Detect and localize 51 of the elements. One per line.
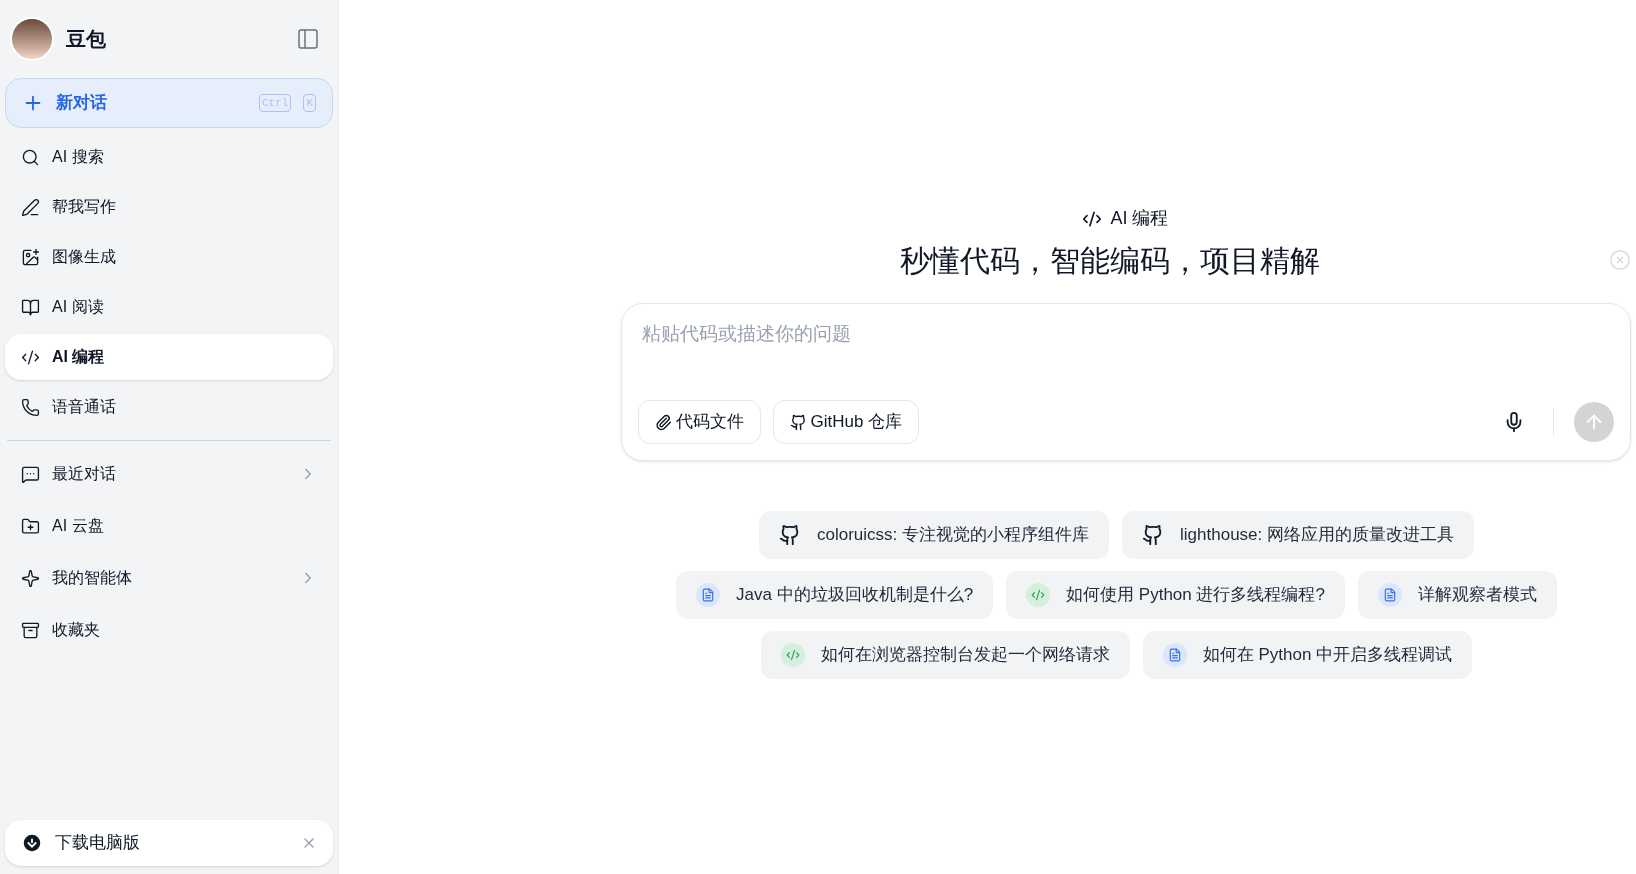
code-icon xyxy=(21,347,40,367)
sidebar-item[interactable]: AI 编程 xyxy=(5,334,333,380)
github-icon xyxy=(789,413,807,431)
document-icon xyxy=(1377,583,1402,607)
download-label: 下载电脑版 xyxy=(55,832,141,855)
shortcut-key: Ctrl xyxy=(259,93,292,113)
paperclip-icon xyxy=(654,413,672,431)
avatar xyxy=(10,17,54,61)
code-icon xyxy=(780,643,805,667)
github-icon xyxy=(779,524,801,546)
download-banner[interactable]: 下载电脑版 xyxy=(5,820,333,866)
suggestion-chip[interactable]: 如何使用 Python 进行多线程编程? xyxy=(1006,571,1345,619)
download-icon xyxy=(21,832,43,854)
document-icon xyxy=(696,583,721,607)
attach-button[interactable]: GitHub 仓库 xyxy=(772,400,920,444)
sparkle-icon xyxy=(21,568,40,588)
sidebar-toggle-icon[interactable] xyxy=(296,27,320,51)
close-icon[interactable] xyxy=(1609,249,1631,271)
sidebar-item[interactable]: 我的智能体 xyxy=(5,555,333,601)
image-icon xyxy=(21,247,40,267)
send-button[interactable] xyxy=(1573,402,1614,442)
sidebar-item[interactable]: AI 云盘 xyxy=(5,503,333,549)
suggestion-chip[interactable]: Java 中的垃圾回收机制是什么? xyxy=(676,571,994,619)
sidebar-item[interactable]: 帮我写作 xyxy=(5,184,333,230)
code-icon xyxy=(1026,583,1051,607)
prompt-input[interactable]: 粘贴代码或描述你的问题 xyxy=(637,320,1614,349)
shortcut-key: K xyxy=(303,93,316,113)
attach-button[interactable]: 代码文件 xyxy=(637,400,761,444)
suggestion-chip[interactable]: lighthouse: 网络应用的质量改进工具 xyxy=(1122,511,1474,559)
suggestion-chip[interactable]: 如何在浏览器控制台发起一个网络请求 xyxy=(760,631,1130,679)
search-icon xyxy=(21,147,40,167)
folder-icon xyxy=(21,516,40,536)
sidebar-item[interactable]: 图像生成 xyxy=(5,234,333,280)
new-chat-button[interactable]: 新对话 Ctrl K xyxy=(5,78,333,128)
headline: 秒懂代码，智能编码，项目精解 xyxy=(899,243,1320,279)
sidebar-item[interactable]: 最近对话 xyxy=(5,451,333,497)
chat-bubble-icon xyxy=(21,464,40,484)
sidebar-item[interactable]: 收藏夹 xyxy=(5,607,333,653)
suggestion-chip[interactable]: 详解观察者模式 xyxy=(1357,571,1557,619)
suggestion-chip[interactable]: 如何在 Python 中开启多线程调试 xyxy=(1142,631,1473,679)
mode-label: AI 编程 xyxy=(1110,207,1169,230)
book-icon xyxy=(21,297,40,317)
phone-icon xyxy=(21,397,40,417)
suggestion-chip[interactable]: coloruicss: 专注视觉的小程序组件库 xyxy=(759,511,1110,559)
box-icon xyxy=(21,620,40,640)
app-name: 豆包 xyxy=(66,27,107,52)
sidebar-item[interactable]: AI 搜索 xyxy=(5,134,333,180)
document-icon xyxy=(1162,643,1187,667)
pen-icon xyxy=(21,197,40,217)
sidebar-item[interactable]: 语音通话 xyxy=(5,384,333,430)
sidebar-item[interactable]: AI 阅读 xyxy=(5,284,333,330)
